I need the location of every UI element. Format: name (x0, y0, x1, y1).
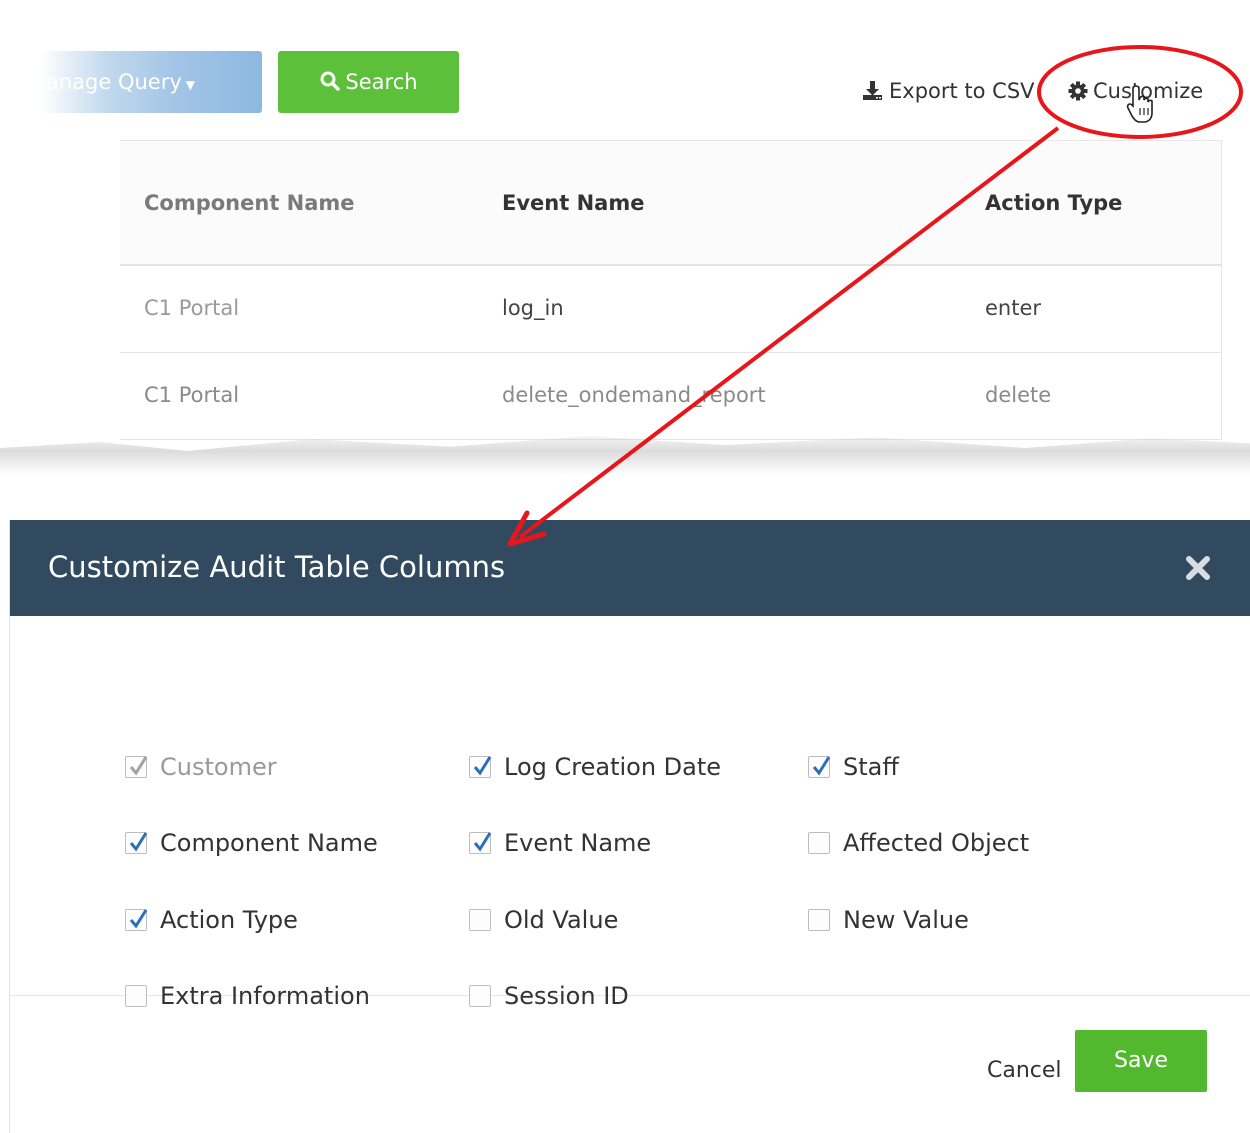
option-old-value[interactable]: Old Value (469, 905, 618, 935)
option-new-value[interactable]: New Value (808, 905, 969, 935)
audit-table: Component Name Event Name Action Type C1… (120, 140, 1222, 440)
option-label: Log Creation Date (504, 753, 722, 781)
caret-down-icon: ▼ (185, 78, 196, 92)
option-component-name[interactable]: Component Name (125, 828, 378, 858)
audit-page-screenshot: anage Query ▼ Search Export to CSV Custom… (0, 0, 1250, 490)
checkbox-log-creation-date[interactable] (469, 756, 492, 778)
dialog-body: Customer Log Creation Date Staff Compone… (10, 616, 1250, 1010)
table-cell: log_in (502, 296, 564, 320)
manage-query-label: anage Query (46, 70, 182, 94)
check-icon (473, 832, 492, 852)
customize-columns-dialog: Customize Audit Table Columns Customer L… (9, 520, 1250, 1133)
export-label: Export to CSV (889, 79, 1035, 103)
table-cell: delete_ondemand_report (502, 383, 766, 407)
checkbox-old-value[interactable] (469, 909, 491, 931)
dialog-header: Customize Audit Table Columns (10, 520, 1250, 616)
checkbox-new-value[interactable] (808, 909, 830, 931)
column-header-event-name[interactable]: Event Name (502, 191, 644, 215)
check-icon (129, 832, 148, 852)
option-label: Event Name (504, 829, 652, 857)
option-label: Action Type (160, 906, 298, 934)
column-header-component-name[interactable]: Component Name (144, 191, 355, 215)
checkbox-action-type[interactable] (125, 909, 148, 931)
customize-link[interactable]: Customize (1068, 74, 1203, 108)
checkbox-event-name[interactable] (469, 832, 492, 854)
search-icon (320, 71, 341, 91)
column-header-action-type[interactable]: Action Type (985, 191, 1122, 215)
check-icon (473, 756, 492, 776)
option-action-type[interactable]: Action Type (125, 905, 298, 935)
check-icon (129, 909, 148, 929)
cancel-button[interactable]: Cancel (987, 1056, 1062, 1086)
option-label: Old Value (504, 906, 619, 934)
checkbox-staff[interactable] (808, 756, 831, 778)
option-label: New Value (843, 906, 969, 934)
option-label: Affected Object (843, 829, 1030, 857)
dialog-title: Customize Audit Table Columns (48, 550, 506, 584)
export-csv-link[interactable]: Export to CSV (862, 74, 1035, 108)
table-cell: enter (985, 296, 1042, 320)
download-icon (863, 81, 882, 100)
check-icon (129, 756, 148, 776)
customize-label: Customize (1093, 79, 1204, 103)
search-label: Search (345, 70, 418, 94)
option-label: Component Name (160, 829, 378, 857)
option-label: Staff (843, 753, 899, 781)
table-cell: C1 Portal (144, 383, 240, 407)
manage-query-button[interactable]: anage Query ▼ (40, 51, 262, 113)
option-affected-object[interactable]: Affected Object (808, 828, 1029, 858)
save-button[interactable]: Save (1075, 1030, 1207, 1092)
table-cell: C1 Portal (144, 296, 240, 320)
checkbox-component-name[interactable] (125, 832, 148, 854)
close-icon[interactable] (1184, 554, 1212, 582)
check-icon (812, 756, 831, 776)
option-customer[interactable]: Customer (125, 752, 277, 782)
dialog-footer: Cancel Save (10, 996, 1250, 1132)
option-label: Customer (160, 753, 277, 781)
table-row[interactable]: C1 Portal log_in enter (120, 266, 1221, 353)
checkbox-customer[interactable] (125, 756, 148, 778)
table-row[interactable]: C1 Portal delete_ondemand_report delete (120, 353, 1221, 440)
option-event-name[interactable]: Event Name (469, 828, 651, 858)
checkbox-affected-object[interactable] (808, 832, 830, 854)
table-cell: delete (985, 383, 1052, 407)
search-button[interactable]: Search (278, 51, 459, 113)
option-log-creation-date[interactable]: Log Creation Date (469, 752, 721, 782)
gear-icon (1068, 81, 1088, 101)
table-header: Component Name Event Name Action Type (120, 141, 1221, 266)
option-staff[interactable]: Staff (808, 752, 899, 782)
